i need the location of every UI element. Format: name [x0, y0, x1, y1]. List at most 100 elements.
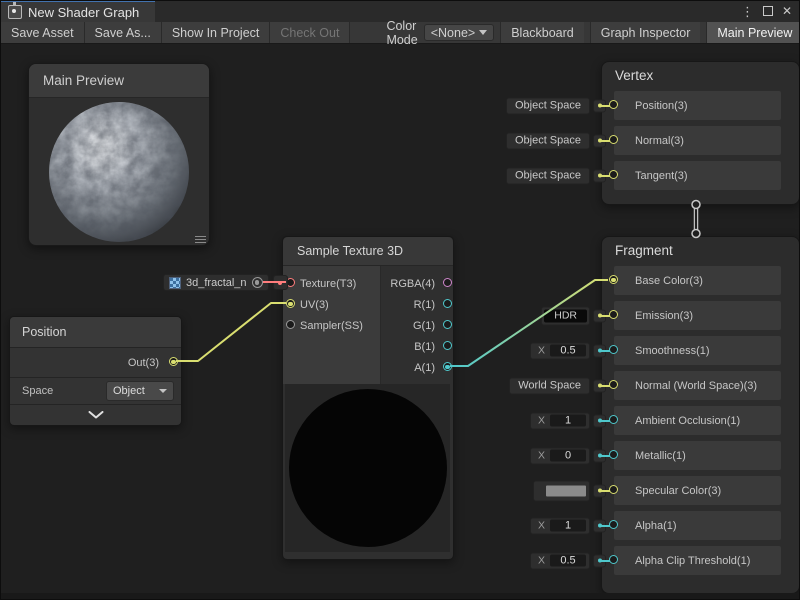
- shader-graph-tab[interactable]: New Shader Graph: [0, 0, 155, 22]
- tab-title: New Shader Graph: [28, 5, 139, 20]
- chevron-down-icon: [159, 389, 167, 393]
- row-control: X0: [530, 447, 606, 464]
- port-a-1[interactable]: [443, 362, 452, 371]
- wire-position-to-uv[interactable]: [176, 303, 286, 361]
- enum-dropdown[interactable]: Object Space: [506, 167, 590, 184]
- row-position-3: Object SpacePosition(3): [614, 91, 781, 120]
- row-alpha-1: X1Alpha(1): [614, 511, 781, 540]
- row-control: X1: [530, 517, 606, 534]
- port-specular-color-3[interactable]: [609, 485, 618, 494]
- fragment-rows: Base Color(3)HDREmission(3)X0.5Smoothnes…: [602, 266, 799, 575]
- port-label: Sampler(SS): [300, 320, 363, 332]
- float-field[interactable]: X0: [530, 447, 590, 464]
- port-sampler-ss[interactable]: [286, 320, 295, 329]
- row-control: X0.5: [530, 552, 606, 569]
- maximize-icon[interactable]: [763, 6, 773, 16]
- port-r-1[interactable]: [443, 299, 452, 308]
- port-normal-3[interactable]: [609, 135, 618, 144]
- float-field[interactable]: X0.5: [530, 342, 590, 359]
- row-control: HDR: [541, 306, 606, 325]
- color-field[interactable]: [533, 480, 590, 501]
- node-preview-sphere: [289, 389, 447, 547]
- port-out-3[interactable]: [169, 357, 178, 366]
- port-ambient-occlusion-1[interactable]: [609, 415, 618, 424]
- port-alpha-1[interactable]: [609, 520, 618, 529]
- float-field[interactable]: X0.5: [530, 552, 590, 569]
- port-alpha-clip-threshold-1[interactable]: [609, 555, 618, 564]
- enum-dropdown[interactable]: World Space: [509, 377, 590, 394]
- toolbar-right-group: Blackboard Graph Inspector Main Preview: [494, 22, 800, 43]
- port-position-3[interactable]: [609, 100, 618, 109]
- float-value[interactable]: 1: [550, 520, 586, 532]
- port-normal-world-space-3[interactable]: [609, 380, 618, 389]
- texture-icon: [169, 277, 181, 289]
- sample-texture-3d-ports: Texture(T3)UV(3) Sampler(SS) RGBA(4)R(1)G…: [283, 266, 453, 384]
- port-metallic-1[interactable]: [609, 450, 618, 459]
- row-control: X0.5: [530, 342, 606, 359]
- position-node[interactable]: Position Out(3) Space Object: [9, 316, 182, 426]
- row-label: Base Color(3): [635, 275, 703, 287]
- texture-property: 3d_fractal_n: [163, 274, 288, 291]
- port-uv-3[interactable]: [286, 299, 295, 308]
- blackboard-button[interactable]: Blackboard: [500, 22, 584, 43]
- row-smoothness-1: X0.5Smoothness(1): [614, 336, 781, 365]
- kebab-menu-icon[interactable]: ⋮: [741, 5, 754, 18]
- row-base-color-3: Base Color(3): [614, 266, 781, 295]
- enum-dropdown[interactable]: Object Space: [506, 132, 590, 149]
- save-as-button[interactable]: Save As...: [85, 22, 162, 43]
- input-texture-t3: Texture(T3): [283, 273, 380, 294]
- float-value[interactable]: 0: [550, 450, 586, 462]
- float-value[interactable]: 0.5: [550, 555, 586, 567]
- float-axis-label: X: [538, 450, 545, 462]
- port-rgba-4[interactable]: [443, 278, 452, 287]
- float-field[interactable]: X1: [530, 517, 590, 534]
- enum-dropdown[interactable]: Object Space: [506, 97, 590, 114]
- window-controls: ⋮ ✕: [741, 0, 800, 22]
- row-alpha-clip-threshold-1: X0.5Alpha Clip Threshold(1): [614, 546, 781, 575]
- object-picker-icon[interactable]: [252, 277, 263, 288]
- space-value: Object: [113, 385, 145, 397]
- save-asset-button[interactable]: Save Asset: [0, 22, 85, 43]
- texture-property-pill[interactable]: 3d_fractal_n: [163, 274, 269, 291]
- port-b-1[interactable]: [443, 341, 452, 350]
- main-preview-button[interactable]: Main Preview: [706, 22, 800, 43]
- space-dropdown[interactable]: Object: [106, 381, 174, 401]
- input-uv-3: UV(3): [283, 294, 380, 315]
- fragment-node[interactable]: Fragment Base Color(3)HDREmission(3)X0.5…: [601, 236, 800, 594]
- port-connector[interactable]: [273, 275, 288, 290]
- close-icon[interactable]: ✕: [782, 5, 792, 17]
- float-value[interactable]: 1: [550, 415, 586, 427]
- port-emission-3[interactable]: [609, 310, 618, 319]
- row-normal-3: Object SpaceNormal(3): [614, 126, 781, 155]
- float-value[interactable]: 0.5: [550, 345, 586, 357]
- fragment-node-title: Fragment: [602, 237, 799, 266]
- main-preview-title: Main Preview: [43, 73, 124, 88]
- hdr-color-field[interactable]: HDR: [541, 306, 590, 325]
- resize-handle[interactable]: [195, 236, 206, 243]
- float-field[interactable]: X1: [530, 412, 590, 429]
- port-base-color-3[interactable]: [609, 275, 618, 284]
- row-tangent-3: Object SpaceTangent(3): [614, 161, 781, 190]
- vertex-node[interactable]: Vertex Object SpacePosition(3)Object Spa…: [601, 61, 800, 205]
- chevron-down-icon: [479, 30, 487, 35]
- row-control: Object Space: [506, 167, 606, 184]
- output-ports: RGBA(4)R(1)G(1)B(1)A(1): [381, 266, 453, 384]
- row-label: Smoothness(1): [635, 345, 710, 357]
- collapse-chevron-icon[interactable]: [88, 411, 104, 419]
- port-label: B(1): [414, 341, 435, 353]
- sample-texture-3d-title: Sample Texture 3D: [283, 237, 453, 266]
- row-label: Alpha(1): [635, 520, 677, 532]
- main-preview-header[interactable]: Main Preview: [29, 64, 209, 98]
- row-normal-world-space-3: World SpaceNormal (World Space)(3): [614, 371, 781, 400]
- port-g-1[interactable]: [443, 320, 452, 329]
- port-smoothness-1[interactable]: [609, 345, 618, 354]
- row-ambient-occlusion-1: X1Ambient Occlusion(1): [614, 406, 781, 435]
- row-label: Emission(3): [635, 310, 693, 322]
- row-control: World Space: [509, 377, 606, 394]
- show-in-project-button[interactable]: Show In Project: [162, 22, 271, 43]
- position-node-title: Position: [10, 317, 181, 347]
- graph-inspector-button[interactable]: Graph Inspector: [590, 22, 701, 43]
- color-mode-dropdown[interactable]: <None>: [424, 24, 494, 41]
- port-tangent-3[interactable]: [609, 170, 618, 179]
- sample-texture-3d-node[interactable]: Sample Texture 3D Texture(T3)UV(3) Sample…: [282, 236, 454, 560]
